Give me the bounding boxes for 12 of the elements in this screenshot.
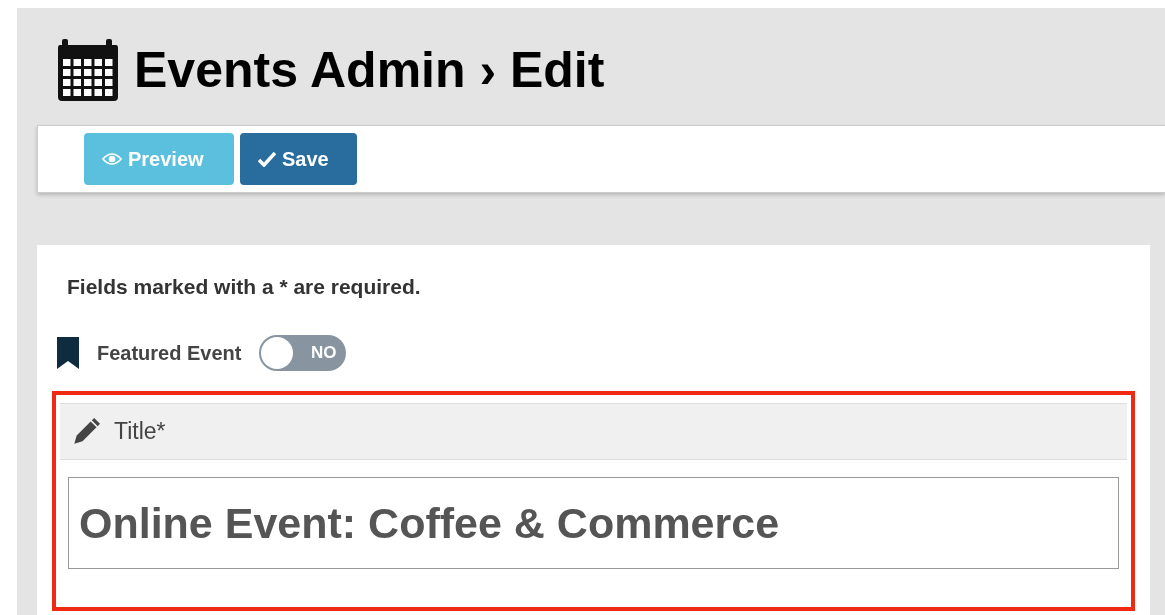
toggle-switch[interactable]: NO (259, 335, 347, 371)
field-label: Title* (114, 418, 166, 445)
save-button[interactable]: Save (240, 133, 357, 185)
title-input[interactable]: Online Event: Coffee & Commerce (68, 477, 1119, 569)
required-note: Fields marked with a * are required. (67, 275, 422, 299)
eye-icon (102, 152, 122, 166)
featured-event-label: Featured Event (97, 341, 242, 365)
bookmark-icon (57, 337, 79, 369)
checkmark-icon (258, 151, 276, 167)
page-title: Events Admin › Edit (134, 41, 605, 99)
calendar-icon (58, 39, 118, 101)
pencil-icon (72, 417, 100, 446)
